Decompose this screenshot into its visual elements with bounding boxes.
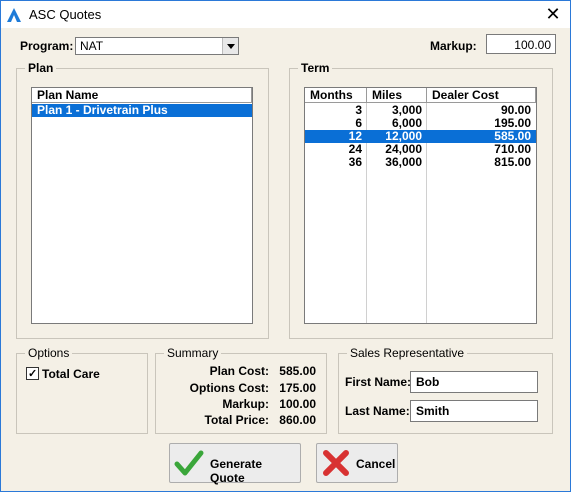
window-title: ASC Quotes — [29, 7, 102, 22]
plan-group-title: Plan — [25, 61, 57, 75]
term-row[interactable]: 36 36,000 815.00 — [305, 156, 536, 169]
cancel-button[interactable]: Cancel — [316, 443, 398, 483]
plan-name-header[interactable]: Plan Name — [32, 88, 252, 103]
plan-row[interactable]: Plan 1 - Drivetrain Plus — [32, 104, 252, 117]
markup-label: Markup: — [430, 39, 477, 53]
generate-quote-button[interactable]: Generate Quote — [169, 443, 301, 485]
first-name-value: Bob — [416, 375, 440, 389]
dealer-cost-header[interactable]: Dealer Cost — [427, 88, 536, 103]
miles-cell: 36,000 — [385, 155, 422, 169]
program-value: NAT — [80, 39, 104, 53]
first-name-label: First Name: — [345, 375, 412, 389]
cancel-label: Cancel — [356, 457, 396, 471]
chevron-down-icon[interactable] — [222, 38, 238, 54]
plan-list[interactable]: Plan Name Plan 1 - Drivetrain Plus — [31, 87, 253, 324]
summary-group-title: Summary — [164, 346, 222, 360]
months-header[interactable]: Months — [305, 88, 367, 103]
last-name-label: Last Name: — [345, 404, 410, 418]
generate-quote-label: Generate Quote — [210, 457, 263, 485]
close-icon[interactable]: ✕ — [542, 3, 564, 25]
markup-value: 100.00 — [514, 38, 551, 52]
dealer-cost-cell: 815.00 — [494, 155, 531, 169]
months-cell: 3 — [355, 103, 362, 117]
last-name-value: Smith — [416, 404, 450, 418]
program-select[interactable]: NAT — [75, 37, 239, 55]
summary-markup-label: Markup: — [222, 397, 269, 411]
title-bar: ASC Quotes ✕ — [1, 1, 570, 28]
plan-cost-label: Plan Cost: — [209, 364, 269, 378]
term-list[interactable]: Months Miles Dealer Cost 3 3,000 90.00 6… — [304, 87, 537, 324]
total-price-label: Total Price: — [204, 413, 269, 427]
last-name-input[interactable]: Smith — [410, 400, 538, 422]
total-care-checkbox[interactable]: ✓ — [26, 367, 39, 380]
first-name-input[interactable]: Bob — [410, 371, 538, 393]
checkmark-icon: ✓ — [28, 368, 38, 380]
close-icon — [323, 450, 349, 476]
months-cell: 36 — [348, 155, 362, 169]
total-care-label[interactable]: Total Care — [42, 367, 100, 381]
options-cost-label: Options Cost: — [189, 381, 269, 395]
options-group-title: Options — [25, 346, 73, 360]
checkmark-icon — [174, 450, 204, 476]
options-cost-value: 175.00 — [279, 381, 316, 395]
markup-input[interactable]: 100.00 — [486, 34, 556, 54]
options-group: Options — [16, 346, 148, 434]
asc-quotes-window: ASC Quotes ✕ Program: NAT Markup: 100.00… — [0, 0, 571, 492]
summary-markup-value: 100.00 — [279, 397, 316, 411]
app-logo-icon — [7, 8, 21, 22]
term-group-title: Term — [298, 61, 333, 75]
sales-rep-group-title: Sales Representative — [347, 346, 468, 360]
plan-cost-value: 585.00 — [279, 364, 316, 378]
program-label: Program: — [20, 39, 74, 53]
total-price-value: 860.00 — [279, 413, 316, 427]
miles-header[interactable]: Miles — [367, 88, 427, 103]
